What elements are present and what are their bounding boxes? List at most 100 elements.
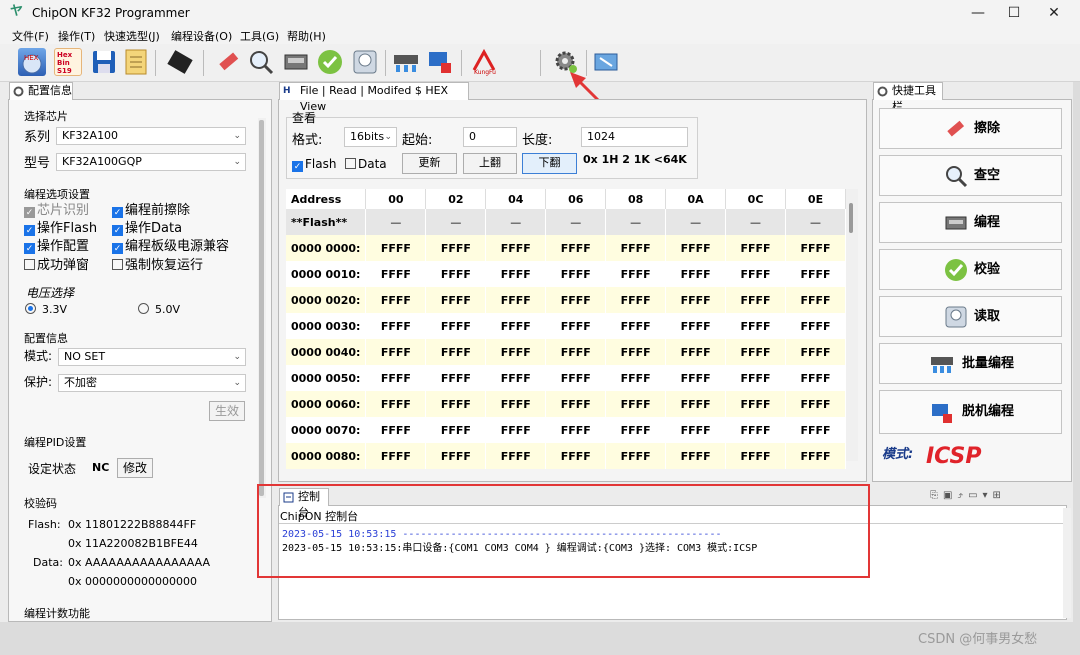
- table-cell[interactable]: FFFF: [785, 235, 846, 261]
- open-console-icon[interactable]: ▾: [983, 490, 993, 501]
- option-data[interactable]: ✓ 操作Data: [112, 221, 182, 237]
- table-cell[interactable]: FFFF: [545, 235, 607, 261]
- save-icon[interactable]: [90, 48, 118, 76]
- table-cell[interactable]: FFFF: [785, 365, 846, 391]
- option-flash[interactable]: ✓ 操作Flash: [24, 221, 97, 237]
- table-cell[interactable]: FFFF: [725, 417, 787, 443]
- table-cell[interactable]: FFFF: [785, 339, 846, 365]
- mode-select[interactable]: NO SET ⌄: [58, 348, 246, 366]
- table-cell[interactable]: FFFF: [665, 391, 727, 417]
- table-cell[interactable]: FFFF: [665, 417, 727, 443]
- table-cell[interactable]: FFFF: [545, 261, 607, 287]
- table-cell[interactable]: FFFF: [425, 443, 487, 469]
- pid-modify-button[interactable]: 修改: [117, 458, 153, 478]
- table-cell[interactable]: FFFF: [665, 443, 727, 469]
- page-up-button[interactable]: 上翻: [463, 153, 517, 174]
- table-cell[interactable]: FFFF: [725, 443, 787, 469]
- table-cell[interactable]: FFFF: [665, 365, 727, 391]
- table-cell[interactable]: FFFF: [545, 417, 607, 443]
- hex-file-icon[interactable]: HEX: [18, 48, 46, 76]
- menu-quick-select[interactable]: 快速选型(J): [104, 28, 160, 44]
- table-cell[interactable]: FFFF: [785, 391, 846, 417]
- hex-view-tab[interactable]: H File | Read | Modifed $ HEX View: [279, 82, 469, 113]
- option-power-compat[interactable]: ✓ 编程板级电源兼容: [112, 239, 229, 255]
- apply-button[interactable]: 生效: [209, 401, 245, 421]
- table-cell[interactable]: FFFF: [605, 261, 667, 287]
- table-cell[interactable]: FFFF: [785, 443, 846, 469]
- option-force-run[interactable]: 强制恢复运行: [112, 258, 203, 274]
- table-cell[interactable]: FFFF: [485, 313, 547, 339]
- voltage-5v0-radio[interactable]: 5.0V: [138, 302, 180, 318]
- check-empty-icon[interactable]: [247, 48, 275, 76]
- length-input[interactable]: 1024: [581, 127, 688, 147]
- table-cell[interactable]: —: [725, 209, 787, 235]
- quick-toolbar-tab[interactable]: 快捷工具栏: [873, 82, 943, 113]
- pin-console-icon[interactable]: ⤴: [957, 490, 968, 501]
- table-cell[interactable]: FFFF: [605, 391, 667, 417]
- table-cell[interactable]: FFFF: [425, 313, 487, 339]
- table-cell[interactable]: —: [485, 209, 547, 235]
- format-select[interactable]: 16bits ⌄: [344, 127, 397, 147]
- table-cell[interactable]: FFFF: [725, 365, 787, 391]
- hex-bin-s19-icon[interactable]: Hex Bin S19: [54, 48, 82, 76]
- table-cell[interactable]: FFFF: [725, 339, 787, 365]
- table-cell[interactable]: FFFF: [365, 235, 427, 261]
- table-cell[interactable]: FFFF: [365, 365, 427, 391]
- table-cell[interactable]: FFFF: [665, 339, 727, 365]
- batch-program-icon[interactable]: [392, 48, 420, 76]
- config-tab[interactable]: 配置信息: [9, 82, 73, 100]
- table-cell[interactable]: FFFF: [425, 235, 487, 261]
- hex-scrollbar[interactable]: [846, 189, 858, 461]
- table-cell[interactable]: FFFF: [485, 235, 547, 261]
- table-cell[interactable]: FFFF: [485, 365, 547, 391]
- table-cell[interactable]: —: [665, 209, 727, 235]
- table-cell[interactable]: FFFF: [605, 235, 667, 261]
- offline-program-icon[interactable]: [426, 48, 454, 76]
- table-cell[interactable]: —: [545, 209, 607, 235]
- table-cell[interactable]: FFFF: [485, 391, 547, 417]
- table-cell[interactable]: FFFF: [665, 235, 727, 261]
- table-cell[interactable]: FFFF: [785, 313, 846, 339]
- table-cell[interactable]: —: [425, 209, 487, 235]
- menu-help[interactable]: 帮助(H): [287, 28, 326, 44]
- table-cell[interactable]: FFFF: [485, 287, 547, 313]
- table-cell[interactable]: FFFF: [605, 417, 667, 443]
- quick-read-button[interactable]: 读取: [879, 296, 1062, 337]
- console-scrollbar[interactable]: [1063, 508, 1071, 618]
- program-icon[interactable]: [282, 48, 310, 76]
- table-cell[interactable]: FFFF: [425, 391, 487, 417]
- table-cell[interactable]: FFFF: [365, 261, 427, 287]
- display-console-icon[interactable]: ▭: [968, 490, 982, 501]
- table-cell[interactable]: FFFF: [365, 391, 427, 417]
- close-button[interactable]: ✕: [1036, 2, 1072, 24]
- table-cell[interactable]: FFFF: [545, 391, 607, 417]
- table-cell[interactable]: FFFF: [485, 443, 547, 469]
- option-success-popup[interactable]: 成功弹窗: [24, 258, 89, 274]
- table-cell[interactable]: FFFF: [605, 339, 667, 365]
- minimize-button[interactable]: —: [960, 2, 996, 24]
- quick-program-button[interactable]: 编程: [879, 202, 1062, 243]
- series-select[interactable]: KF32A100 ⌄: [56, 127, 246, 145]
- erase-icon[interactable]: [214, 48, 242, 76]
- option-erase-before[interactable]: ✓ 编程前擦除: [112, 203, 190, 219]
- read-icon[interactable]: [351, 48, 379, 76]
- table-cell[interactable]: FFFF: [545, 443, 607, 469]
- table-cell[interactable]: FFFF: [425, 417, 487, 443]
- page-down-button[interactable]: 下翻: [522, 153, 577, 174]
- menu-file[interactable]: 文件(F): [12, 28, 49, 44]
- quick-verify-button[interactable]: 校验: [879, 249, 1062, 290]
- table-cell[interactable]: FFFF: [545, 287, 607, 313]
- table-cell[interactable]: FFFF: [545, 339, 607, 365]
- table-cell[interactable]: FFFF: [605, 313, 667, 339]
- table-cell[interactable]: —: [605, 209, 667, 235]
- table-cell[interactable]: FFFF: [545, 313, 607, 339]
- voltage-3v3-radio[interactable]: 3.3V: [25, 302, 67, 318]
- table-cell[interactable]: FFFF: [725, 391, 787, 417]
- table-cell[interactable]: —: [785, 209, 846, 235]
- scroll-lock-icon[interactable]: ▣: [943, 490, 957, 501]
- table-cell[interactable]: FFFF: [725, 313, 787, 339]
- table-cell[interactable]: FFFF: [365, 313, 427, 339]
- maximize-button[interactable]: ☐: [996, 2, 1032, 24]
- table-cell[interactable]: FFFF: [425, 261, 487, 287]
- start-input[interactable]: 0: [463, 127, 517, 147]
